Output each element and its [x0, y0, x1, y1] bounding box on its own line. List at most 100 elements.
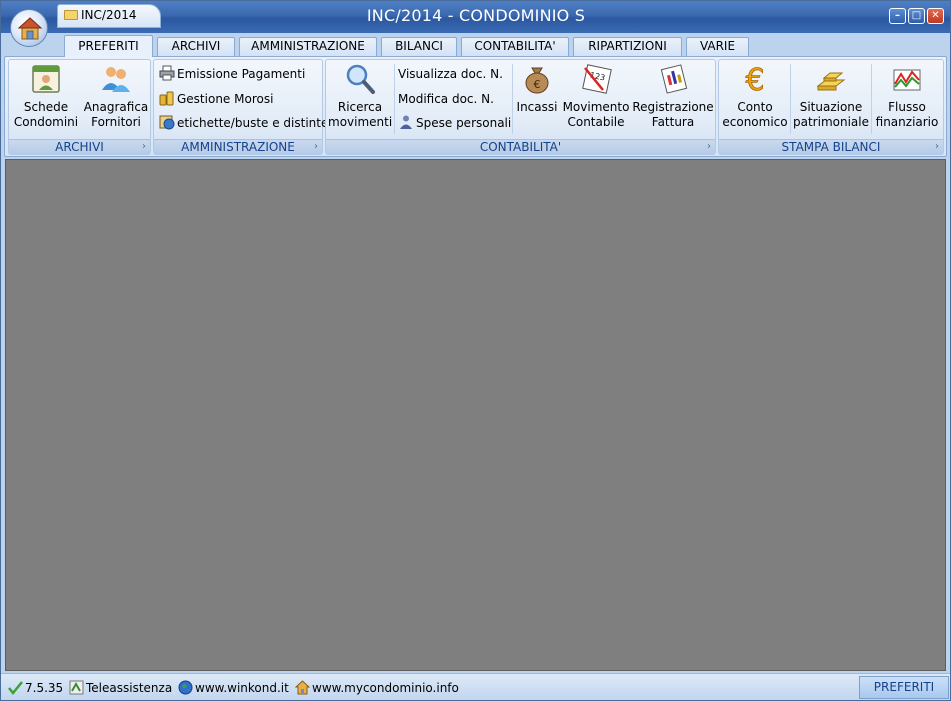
- ribbon-tabs: PREFERITI ARCHIVI AMMINISTRAZIONE BILANC…: [1, 33, 950, 57]
- id-card-icon: [32, 65, 60, 93]
- ledger-icon: 123: [582, 64, 612, 94]
- group-stampa-bilanci: € Conto economico Situazione patrimonial…: [718, 59, 944, 155]
- incassi-button[interactable]: € Incassi: [514, 62, 560, 136]
- separator: [512, 64, 513, 134]
- group-archivi: Schede Condomini Anagrafica Fornitori AR…: [8, 59, 151, 155]
- teleassistenza-link[interactable]: Teleassistenza: [69, 680, 172, 695]
- chart-icon: [893, 69, 921, 91]
- person-icon: [400, 115, 412, 129]
- magnifier-icon: [346, 64, 375, 94]
- application-window: INC/2014 INC/2014 - CONDOMINIO S – □ ✕ P…: [0, 0, 951, 701]
- gold-bars-icon: [816, 72, 846, 91]
- gestione-morosi-button[interactable]: Gestione Morosi: [159, 89, 273, 109]
- money-bag-icon: €: [525, 67, 549, 94]
- flusso-finanziario-button[interactable]: Flusso finanziario: [873, 62, 941, 136]
- registrazione-fattura-button[interactable]: Registrazione Fattura: [632, 62, 714, 136]
- window-title: INC/2014 - CONDOMINIO S: [366, 6, 586, 25]
- winkond-text: www.winkond.it: [195, 681, 289, 695]
- close-button[interactable]: ✕: [927, 8, 944, 24]
- version-status: 7.5.35: [8, 680, 63, 695]
- minimize-button[interactable]: –: [889, 8, 906, 24]
- spese-personali-button[interactable]: Spese personali: [398, 113, 511, 133]
- tab-amministrazione[interactable]: AMMINISTRAZIONE: [239, 37, 377, 56]
- maximize-button[interactable]: □: [908, 8, 925, 24]
- etichette-label: etichette/buste e distinte: [177, 116, 329, 130]
- situazione-patrimoniale-button[interactable]: Situazione patrimoniale: [792, 62, 870, 136]
- modifica-label: Modifica doc. N.: [398, 92, 494, 106]
- home-menu-button[interactable]: [10, 9, 48, 47]
- stampa-launcher-icon[interactable]: ›: [935, 140, 939, 154]
- svg-text:€: €: [534, 78, 541, 91]
- movimento-line1: Movimento: [562, 100, 630, 114]
- group-label-stampa-bilanci: STAMPA BILANCI ›: [719, 139, 943, 154]
- conto-economico-button[interactable]: € Conto economico: [721, 62, 789, 136]
- house-icon: [17, 17, 43, 40]
- situazione-line2: patrimoniale: [793, 115, 869, 129]
- situazione-line1: Situazione: [799, 100, 863, 114]
- ricerca-line1: Ricerca: [337, 100, 383, 114]
- schede-condomini-button[interactable]: Schede Condomini: [12, 62, 80, 136]
- checkmark-icon: [8, 681, 23, 695]
- archivi-launcher-icon[interactable]: ›: [142, 140, 146, 154]
- group-contabilita: Ricerca movimenti Visualizza doc. N. Mod…: [325, 59, 716, 155]
- spese-label: Spese personali: [416, 116, 512, 130]
- visualizza-doc-button[interactable]: Visualizza doc. N.: [398, 64, 503, 84]
- svg-text:€: €: [745, 63, 764, 96]
- group-label-contabilita: CONTABILITA' ›: [326, 139, 715, 154]
- remote-assist-icon: [69, 680, 84, 695]
- group-label-amministrazione: AMMINISTRAZIONE ›: [154, 139, 322, 154]
- document-tab[interactable]: INC/2014: [57, 4, 161, 28]
- morosi-label: Gestione Morosi: [177, 92, 274, 106]
- status-bar: 7.5.35 Teleassistenza www.winkond.it www…: [1, 673, 950, 700]
- schede-line2: Condomini: [13, 115, 79, 129]
- modifica-doc-button[interactable]: Modifica doc. N.: [398, 89, 494, 109]
- etichette-buste-button[interactable]: etichette/buste e distinte: [159, 113, 328, 133]
- flusso-line1: Flusso: [888, 100, 926, 114]
- mycondominio-text: www.mycondominio.info: [312, 681, 459, 695]
- globe-icon: [178, 680, 193, 695]
- flusso-line2: finanziario: [875, 115, 939, 129]
- folder-icon: [64, 10, 78, 20]
- tab-preferiti[interactable]: PREFERITI: [64, 35, 153, 57]
- visualizza-label: Visualizza doc. N.: [398, 67, 503, 81]
- separator: [790, 64, 791, 134]
- teleassistenza-text: Teleassistenza: [86, 681, 173, 695]
- group-label-archivi: ARCHIVI ›: [9, 139, 150, 154]
- printer-icon: [159, 65, 175, 81]
- movimento-contabile-button[interactable]: 123 Movimento Contabile: [562, 62, 630, 136]
- schede-line1: Schede: [23, 100, 69, 114]
- registrazione-line2: Fattura: [651, 115, 695, 129]
- euro-icon: €: [745, 63, 765, 96]
- users-icon: [102, 67, 130, 92]
- emissione-pagamenti-button[interactable]: Emissione Pagamenti: [159, 64, 305, 84]
- version-text: 7.5.35: [25, 681, 64, 695]
- mycondominio-link[interactable]: www.mycondominio.info: [295, 680, 459, 695]
- ricerca-movimenti-button[interactable]: Ricerca movimenti: [328, 62, 392, 136]
- stampa-label-text: STAMPA BILANCI: [781, 140, 881, 154]
- amministrazione-launcher-icon[interactable]: ›: [314, 140, 318, 154]
- coins-icon: [159, 91, 174, 106]
- contabilita-launcher-icon[interactable]: ›: [707, 140, 711, 154]
- anagrafica-line1: Anagrafica: [83, 100, 149, 114]
- title-bar[interactable]: INC/2014 INC/2014 - CONDOMINIO S – □ ✕: [1, 1, 950, 33]
- contabilita-label-text: CONTABILITA': [479, 140, 562, 154]
- mdi-workspace[interactable]: [5, 159, 946, 671]
- movimento-line2: Contabile: [567, 115, 625, 129]
- winkond-link[interactable]: www.winkond.it: [178, 680, 289, 695]
- emissione-label: Emissione Pagamenti: [177, 67, 306, 81]
- ricerca-line2: movimenti: [328, 115, 393, 129]
- tab-ripartizioni[interactable]: RIPARTIZIONI: [573, 37, 682, 56]
- document-tab-label: INC/2014: [81, 8, 137, 22]
- tab-contabilita[interactable]: CONTABILITA': [461, 37, 569, 56]
- anagrafica-line2: Fornitori: [91, 115, 141, 129]
- current-tab-indicator: PREFERITI: [859, 676, 949, 699]
- tab-bilanci[interactable]: BILANCI: [381, 37, 457, 56]
- group-amministrazione: Emissione Pagamenti Gestione Morosi etic…: [153, 59, 328, 155]
- conto-line1: Conto: [737, 100, 773, 114]
- tab-varie[interactable]: VARIE: [686, 37, 749, 56]
- anagrafica-fornitori-button[interactable]: Anagrafica Fornitori: [82, 62, 150, 136]
- separator: [871, 64, 872, 134]
- tab-archivi[interactable]: ARCHIVI: [157, 37, 235, 56]
- house-small-icon: [295, 680, 310, 695]
- archivi-label-text: ARCHIVI: [55, 140, 104, 154]
